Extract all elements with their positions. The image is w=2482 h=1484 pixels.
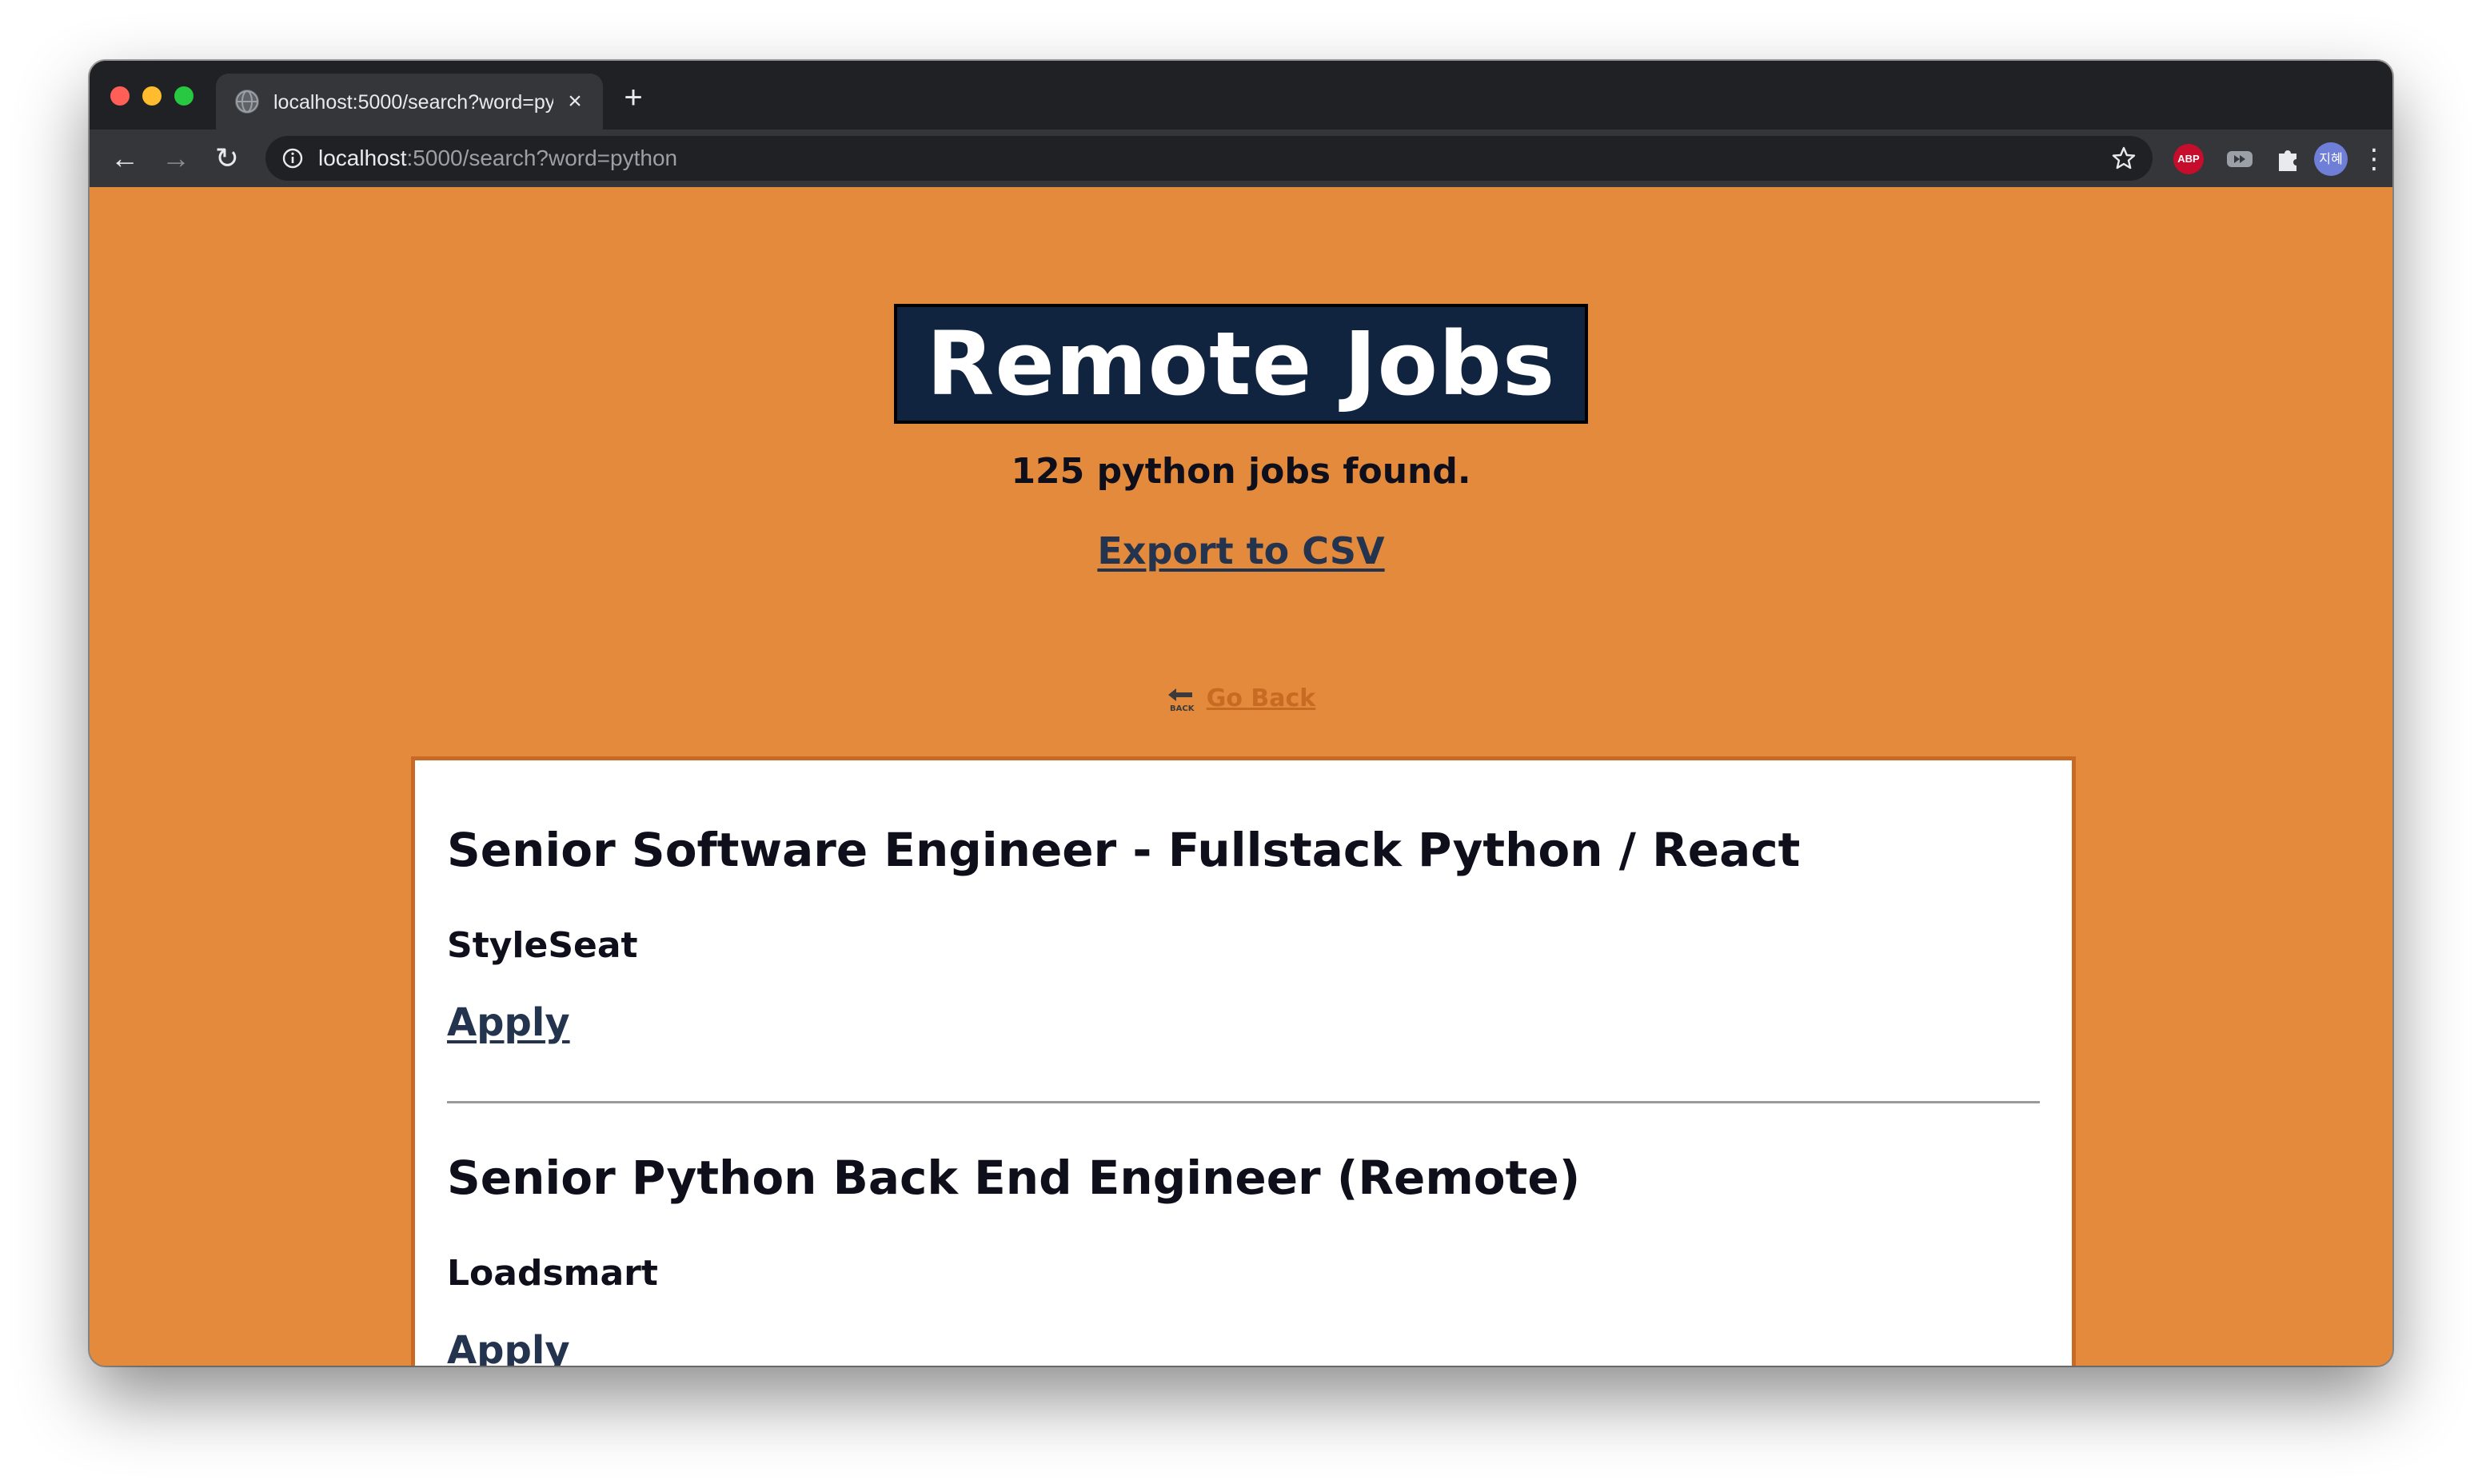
job-item: Senior Python Back End Engineer (Remote)… bbox=[447, 1151, 2040, 1366]
url-host: localhost bbox=[318, 146, 407, 170]
apply-link[interactable]: Apply bbox=[447, 1328, 570, 1366]
go-back-link[interactable]: BACK Go Back bbox=[1167, 684, 1316, 712]
browser-tab[interactable]: localhost:5000/search?word=python × bbox=[216, 74, 603, 130]
url-path: :5000/search?word=python bbox=[406, 146, 678, 170]
profile-avatar[interactable]: 지혜 bbox=[2314, 142, 2348, 176]
close-window-button[interactable] bbox=[110, 86, 130, 106]
export-csv-link[interactable]: Export to CSV bbox=[1097, 529, 1384, 572]
tab-strip: localhost:5000/search?word=python × + bbox=[90, 61, 2392, 130]
address-bar[interactable]: localhost:5000/search?word=python bbox=[265, 136, 2153, 181]
apply-link[interactable]: Apply bbox=[447, 1000, 570, 1045]
result-count: 125 python jobs found. bbox=[1011, 451, 1471, 492]
forward-arrow-icon[interactable]: → bbox=[157, 139, 195, 178]
adblock-extension-icon[interactable]: ABP bbox=[2173, 144, 2204, 174]
zoom-window-button[interactable] bbox=[174, 86, 194, 106]
page-viewport[interactable]: Remote Jobs 125 python jobs found. Expor… bbox=[90, 187, 2392, 1366]
globe-icon bbox=[235, 90, 259, 114]
browser-toolbar: ← → ↻ localhost:5000/search?word=python … bbox=[90, 130, 2392, 187]
page-title: Remote Jobs bbox=[926, 313, 1556, 415]
browser-menu-icon[interactable]: ⋮ bbox=[2360, 144, 2388, 174]
job-divider bbox=[447, 1101, 2040, 1103]
job-apply-wrapper: Apply bbox=[447, 1328, 570, 1366]
job-item: Senior Software Engineer - Fullstack Pyt… bbox=[447, 823, 2040, 1103]
go-back-wrapper: BACK Go Back bbox=[90, 684, 2392, 712]
minimize-window-button[interactable] bbox=[142, 86, 162, 106]
new-tab-button[interactable]: + bbox=[617, 82, 649, 114]
go-back-label: Go Back bbox=[1206, 684, 1316, 712]
job-title: Senior Software Engineer - Fullstack Pyt… bbox=[447, 823, 1801, 877]
job-list-card: Senior Software Engineer - Fullstack Pyt… bbox=[411, 756, 2076, 1366]
job-company: Loadsmart bbox=[447, 1253, 658, 1294]
tab-close-icon[interactable]: × bbox=[561, 88, 589, 115]
tab-title: localhost:5000/search?word=python bbox=[273, 91, 553, 114]
back-arrow-icon[interactable]: ← bbox=[106, 139, 144, 178]
job-apply-wrapper: Apply bbox=[447, 1000, 570, 1045]
page-title-box: Remote Jobs bbox=[894, 304, 1588, 424]
browser-window: localhost:5000/search?word=python × + ← … bbox=[90, 61, 2392, 1366]
back-arrow-icon: BACK bbox=[1167, 688, 1195, 712]
url-text[interactable]: localhost:5000/search?word=python bbox=[318, 146, 677, 171]
extensions-puzzle-icon[interactable] bbox=[2273, 144, 2303, 174]
job-title: Senior Python Back End Engineer (Remote) bbox=[447, 1151, 1581, 1205]
job-company: StyleSeat bbox=[447, 925, 638, 966]
back-icon-text: BACK bbox=[1170, 704, 1195, 712]
video-speed-extension-icon[interactable] bbox=[2225, 144, 2255, 174]
reload-icon[interactable]: ↻ bbox=[208, 139, 246, 178]
info-icon[interactable] bbox=[281, 147, 304, 170]
export-csv-wrapper: Export to CSV bbox=[90, 529, 2392, 572]
bookmark-star-icon[interactable] bbox=[2111, 146, 2137, 171]
